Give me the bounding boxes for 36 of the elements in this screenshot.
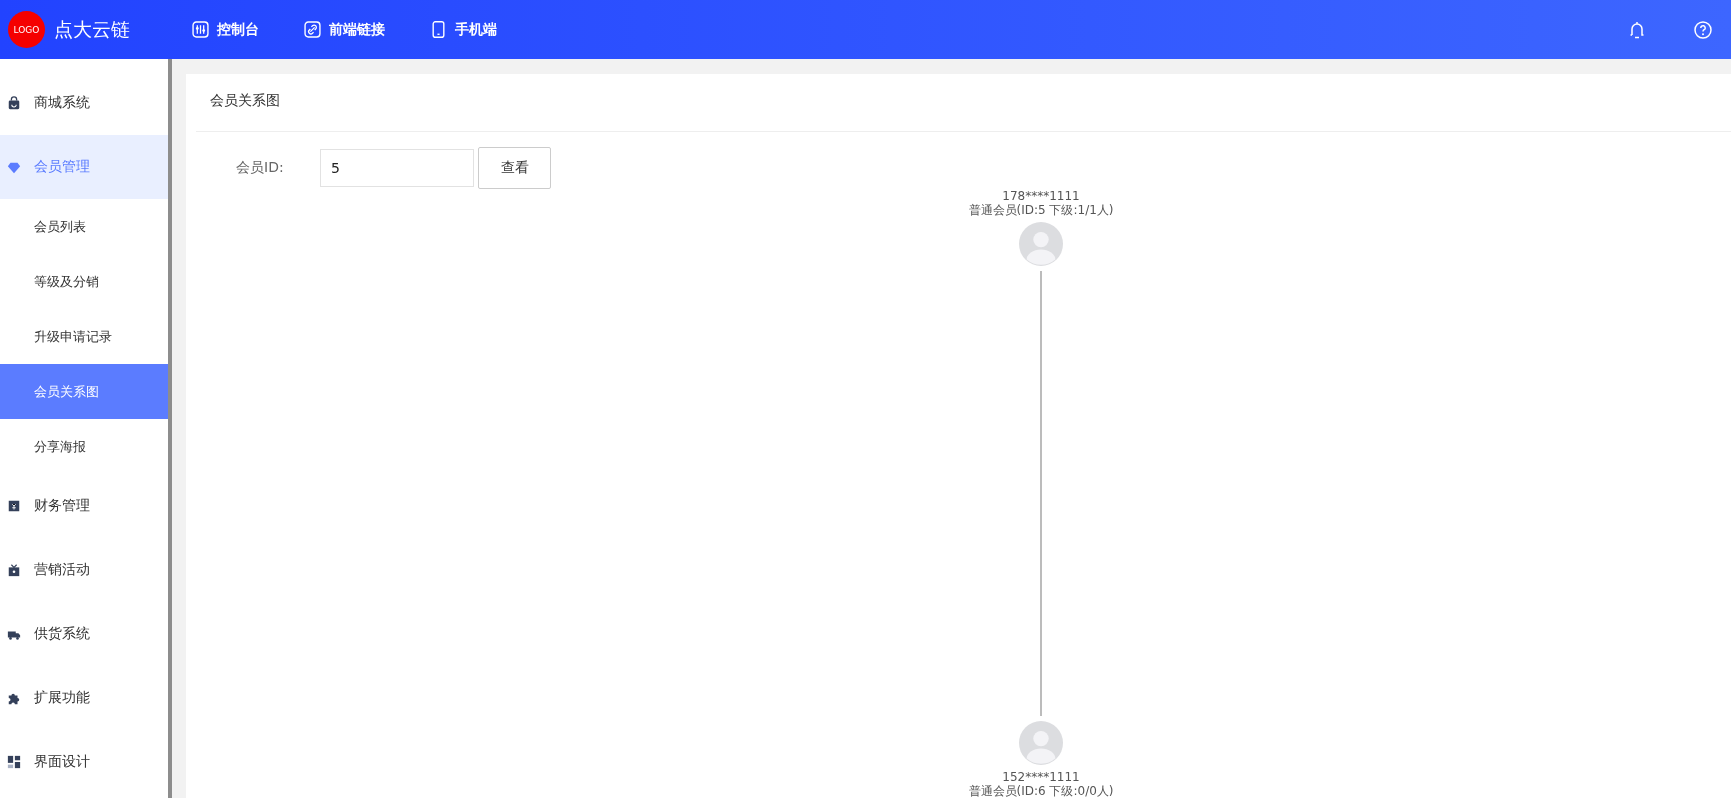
link-icon [304,21,321,38]
shopping-bag-icon [7,96,21,110]
brand-name: 点大云链 [54,16,130,42]
puzzle-icon [7,691,21,705]
grid-icon [7,755,21,769]
submenu-item[interactable]: 升级申请记录 [0,309,168,364]
gift-box-icon [7,563,21,577]
member-info: 普通会员(ID:6 下级:0/0人) [968,784,1114,798]
nav-link[interactable]: 控制台 [192,20,259,39]
sidebar-item[interactable]: 商城系统 [0,71,168,135]
nav-link[interactable]: 前端链接 [304,20,385,39]
submenu-item[interactable]: 等级及分销 [0,254,168,309]
help-icon[interactable] [1693,19,1713,40]
page-title: 会员关系图 [196,74,1731,132]
member-id-field[interactable]: 5 [320,149,474,187]
yen-box-icon [7,499,21,513]
sidebar-item[interactable]: 财务管理 [0,474,168,538]
view-button[interactable]: 查看 [478,147,551,189]
avatar-icon [1019,721,1063,765]
nav-link[interactable]: 手机端 [430,20,497,39]
avatar-icon [1019,222,1063,266]
sliders-icon [192,21,209,38]
member-phone: 178****1111 [1002,189,1080,203]
member-phone: 152****1111 [1002,770,1080,784]
logo-badge: LOGO [8,11,45,48]
member-info: 普通会员(ID:5 下级:1/1人) [968,203,1114,217]
sidebar-item[interactable]: 界面设计 [0,730,168,794]
submenu-item[interactable]: 分享海报 [0,419,168,474]
sidebar-item[interactable]: 供货系统 [0,602,168,666]
submenu-item[interactable]: 会员关系图 [0,364,168,419]
diamond-icon [7,160,21,174]
phone-icon [430,21,447,38]
submenu-item[interactable]: 会员列表 [0,199,168,254]
sidebar-item[interactable]: 营销活动 [0,538,168,602]
field-label: 会员ID: [236,159,285,177]
sidebar-item[interactable]: 扩展功能 [0,666,168,730]
